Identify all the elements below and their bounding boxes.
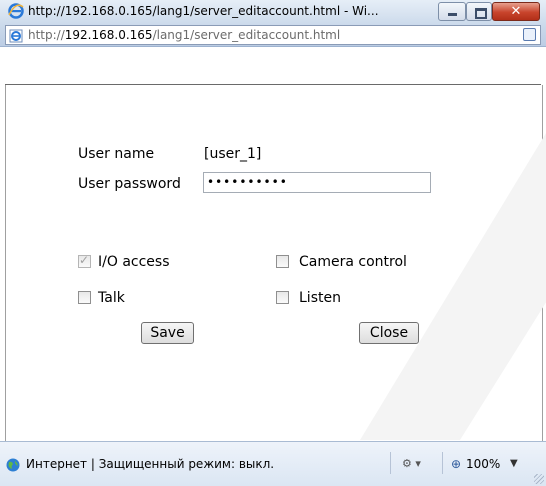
address-url: http://192.168.0.165/lang1/server_editac… (28, 27, 340, 43)
minimize-button[interactable] (438, 2, 466, 21)
close-button[interactable]: Close (359, 322, 419, 344)
password-field[interactable]: •••••••••• (203, 172, 431, 193)
talk-label: Talk (98, 290, 125, 306)
password-label: User password (78, 176, 181, 192)
resize-grip[interactable] (534, 474, 544, 484)
window-title: http://192.168.0.165/lang1/server_editac… (28, 4, 379, 18)
address-path: /lang1/server_editaccount.html (152, 28, 341, 42)
close-icon: ✕ (510, 4, 522, 19)
title-bar: http://192.168.0.165/lang1/server_editac… (0, 0, 546, 47)
address-host: 192.168.0.165 (64, 28, 153, 42)
browser-window: http://192.168.0.165/lang1/server_editac… (0, 0, 546, 486)
internet-globe-icon (6, 457, 20, 472)
talk-checkbox[interactable] (78, 291, 91, 304)
zoom-level[interactable]: 100% (466, 456, 500, 472)
address-bar[interactable]: http://192.168.0.165/lang1/server_editac… (5, 25, 541, 45)
compatibility-view-icon[interactable] (523, 28, 536, 41)
security-zone-text: Интернет | Защищенный режим: выкл. (26, 457, 275, 471)
close-window-button[interactable]: ✕ (492, 2, 540, 21)
camera-control-checkbox[interactable] (276, 255, 289, 268)
zoom-dropdown-icon[interactable]: ▼ (510, 456, 518, 472)
maximize-button[interactable] (466, 2, 492, 21)
minimize-icon (448, 13, 457, 16)
user-name-value: [user_1] (204, 146, 262, 162)
io-access-checkbox[interactable] (78, 253, 91, 268)
maximize-icon (475, 8, 487, 19)
zoom-icon: ⊕ (451, 457, 462, 471)
io-access-label: I/O access (98, 254, 170, 270)
camera-control-label: Camera control (299, 254, 407, 270)
status-separator (442, 452, 443, 474)
listen-checkbox[interactable] (276, 291, 289, 304)
status-separator (390, 452, 391, 474)
address-prefix: http:// (28, 28, 65, 42)
listen-label: Listen (299, 290, 341, 306)
protected-mode-icon[interactable]: ⚙ ▾ (402, 457, 421, 471)
ie-icon (8, 3, 24, 19)
user-name-label: User name (78, 146, 155, 162)
status-bar: Интернет | Защищенный режим: выкл. ⚙ ▾ ⊕… (0, 441, 546, 486)
page-icon (9, 28, 23, 43)
save-button[interactable]: Save (141, 322, 194, 344)
